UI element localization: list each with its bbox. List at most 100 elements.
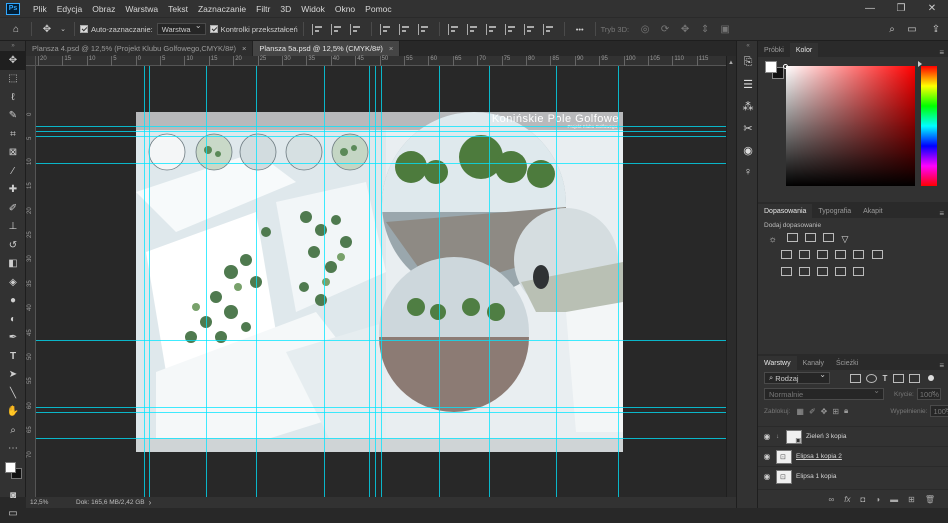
share-icon[interactable]: ⇪: [928, 21, 944, 37]
guide-line[interactable]: [36, 438, 726, 439]
tab-channels[interactable]: Kanały: [797, 356, 830, 370]
lock-artboard-icon[interactable]: ⊞: [832, 407, 839, 416]
minimize-icon[interactable]: —: [855, 0, 885, 17]
exposure-icon[interactable]: [823, 233, 834, 242]
tool-presets-icon[interactable]: ✂: [737, 117, 759, 139]
auto-select-checkbox[interactable]: [80, 25, 88, 33]
ruler-vertical[interactable]: 0510152025303540455055606570: [26, 66, 36, 497]
home-icon[interactable]: ⌂: [8, 21, 24, 37]
distribute-vcenter-icon[interactable]: [467, 24, 480, 35]
blur-tool-icon[interactable]: ●: [0, 292, 26, 311]
posterize-icon[interactable]: [799, 267, 810, 276]
path-select-tool-icon[interactable]: ➤: [0, 366, 26, 385]
layer-row[interactable]: ◉ ⊡ Elipsa 1 kopia 2: [758, 446, 948, 466]
filter-kind-dropdown[interactable]: ⌕Rodzaj: [764, 372, 830, 384]
layer-row[interactable]: ◉ ↓ ▣ Zieleń 3 kopia: [758, 426, 948, 446]
lock-position-icon[interactable]: ✥: [821, 407, 828, 416]
align-top-icon[interactable]: [380, 24, 393, 35]
filter-type-icon[interactable]: T: [883, 374, 888, 383]
transform-controls-checkbox[interactable]: [210, 25, 218, 33]
black-white-icon[interactable]: [817, 250, 828, 259]
menu-3d[interactable]: 3D: [275, 4, 296, 14]
search-icon[interactable]: ⌕: [884, 21, 900, 37]
tab-typography[interactable]: Typografia: [812, 204, 857, 218]
collapse-icon[interactable]: «: [737, 41, 759, 51]
color-field[interactable]: [786, 66, 915, 186]
chevron-down-icon[interactable]: ⌄: [59, 21, 67, 37]
panel-menu-icon[interactable]: ≡: [939, 48, 944, 57]
zoom-level[interactable]: 12,5%: [30, 499, 68, 506]
libraries-icon[interactable]: ◉: [737, 139, 759, 161]
marquee-tool-icon[interactable]: ⬚: [0, 70, 26, 89]
distribute-right-icon[interactable]: [543, 24, 556, 35]
color-picker-handle[interactable]: [783, 64, 788, 69]
lock-all-icon[interactable]: 🔒︎: [844, 406, 848, 416]
tab-adjustments[interactable]: Dopasowania: [758, 204, 812, 218]
dodge-tool-icon[interactable]: ◐: [0, 310, 26, 329]
type-tool-icon[interactable]: T: [0, 347, 26, 366]
align-right-icon[interactable]: [350, 24, 363, 35]
new-layer-icon[interactable]: ⊞: [908, 495, 915, 504]
blend-mode-dropdown[interactable]: Normalnie: [764, 388, 884, 400]
guide-line[interactable]: [36, 412, 726, 413]
close-icon[interactable]: ×: [389, 44, 393, 53]
fx-icon[interactable]: fx: [844, 495, 850, 504]
panel-menu-icon[interactable]: ≡: [939, 209, 944, 218]
menu-file[interactable]: Plik: [28, 4, 52, 14]
ruler-horizontal[interactable]: 2015105051015202530354045505560657075808…: [36, 56, 726, 66]
healing-brush-tool-icon[interactable]: ✚: [0, 181, 26, 200]
lock-transparent-icon[interactable]: ▦: [796, 407, 804, 416]
color-lookup-icon[interactable]: [872, 250, 883, 259]
quick-mask-icon[interactable]: ◙: [0, 486, 26, 505]
layer-row[interactable]: ◉ ⊡ Elipsa 1 kopia: [758, 466, 948, 486]
vertical-scrollbar[interactable]: ▲: [726, 56, 736, 497]
close-icon[interactable]: ×: [242, 44, 246, 53]
quick-select-tool-icon[interactable]: ✎: [0, 107, 26, 126]
restore-icon[interactable]: ❐: [886, 0, 916, 17]
tab-plansza-4[interactable]: Plansza 4.psd @ 12,5% (Projekt Klubu Gol…: [26, 41, 253, 56]
learn-icon[interactable]: ♀: [737, 161, 759, 183]
zoom-tool-icon[interactable]: ⌕: [0, 421, 26, 440]
brightness-icon[interactable]: ☼: [769, 234, 780, 243]
pen-tool-icon[interactable]: ✒: [0, 329, 26, 348]
line-tool-icon[interactable]: ╲: [0, 384, 26, 403]
tab-plansza-5a[interactable]: Plansza 5a.psd @ 12,5% (CMYK/8#) ×: [253, 41, 400, 56]
align-center-icon[interactable]: [331, 24, 344, 35]
menu-type[interactable]: Tekst: [163, 4, 193, 14]
clone-stamp-tool-icon[interactable]: ⊥: [0, 218, 26, 237]
fill-field[interactable]: 100%: [930, 405, 948, 417]
ruler-origin[interactable]: [26, 56, 36, 66]
more-tools-icon[interactable]: ⋯: [0, 440, 26, 459]
channel-mixer-icon[interactable]: [853, 250, 864, 259]
menu-image[interactable]: Obraz: [87, 4, 120, 14]
menu-edit[interactable]: Edycja: [52, 4, 88, 14]
align-bottom-icon[interactable]: [418, 24, 431, 35]
foreground-color-swatch[interactable]: [765, 61, 777, 73]
tab-swatches[interactable]: Próbki: [758, 43, 790, 57]
tab-paragraph[interactable]: Akapit: [857, 204, 888, 218]
filter-pixel-icon[interactable]: [850, 374, 861, 383]
history-brush-tool-icon[interactable]: ↺: [0, 236, 26, 255]
foreground-color-swatch[interactable]: [5, 462, 16, 473]
lock-pixels-icon[interactable]: ✐: [809, 407, 816, 416]
eraser-tool-icon[interactable]: ◧: [0, 255, 26, 274]
collapse-icon[interactable]: »: [0, 41, 26, 51]
move-tool-icon[interactable]: ✥: [39, 21, 55, 37]
orbit-3d-icon[interactable]: ◎: [637, 21, 653, 37]
filter-shape-icon[interactable]: [893, 374, 904, 383]
layer-name[interactable]: Elipsa 1 kopia: [796, 473, 836, 480]
photo-filter-icon[interactable]: [835, 250, 846, 259]
auto-select-dropdown[interactable]: Warstwa: [157, 23, 206, 35]
crop-tool-icon[interactable]: ⌗: [0, 125, 26, 144]
visibility-eye-icon[interactable]: ◉: [758, 472, 776, 481]
guide-line[interactable]: [36, 136, 726, 137]
color-swatches[interactable]: [0, 458, 26, 486]
layer-name[interactable]: Elipsa 1 kopia 2: [796, 453, 842, 460]
guide-line[interactable]: [36, 163, 726, 164]
menu-help[interactable]: Pomoc: [360, 4, 396, 14]
distribute-hcenter-icon[interactable]: [524, 24, 537, 35]
guide-line[interactable]: [36, 340, 726, 341]
guide-line[interactable]: [36, 126, 726, 127]
gradient-map-icon[interactable]: [835, 267, 846, 276]
canvas-area[interactable]: Konińskie Pole Golfowe Projekt Klubu Gol…: [36, 66, 726, 497]
